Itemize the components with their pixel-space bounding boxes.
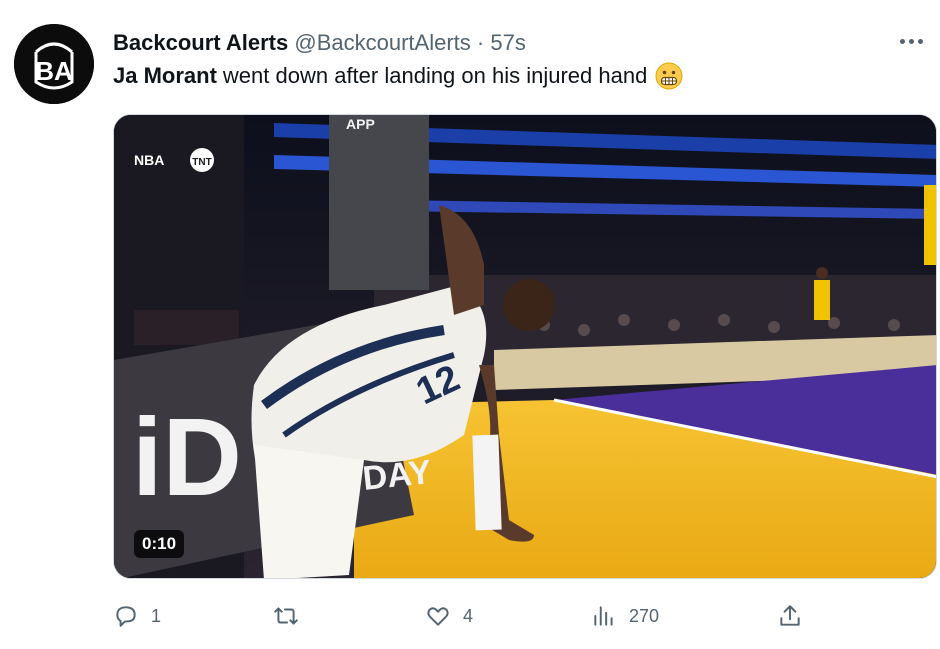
grimacing-face-icon: [655, 62, 683, 90]
tweet-text: Ja Morant went down after landing on his…: [113, 62, 683, 90]
avatar[interactable]: BA: [14, 24, 94, 104]
retweet-icon: [274, 607, 298, 625]
tweet: BA Backcourt Alerts @BackcourtAlerts · 5…: [0, 0, 940, 649]
tweet-video[interactable]: iD DAY APP NBA TNT 12 0:10: [113, 114, 937, 579]
video-frame: iD DAY APP NBA TNT 12: [114, 115, 936, 578]
separator-dot: ·: [476, 30, 485, 55]
reply-button[interactable]: 1: [113, 598, 161, 634]
more-options-button[interactable]: [894, 26, 928, 56]
user-handle[interactable]: @BackcourtAlerts: [294, 30, 470, 55]
share-icon: [780, 605, 800, 626]
like-count: 4: [463, 605, 474, 626]
views-button[interactable]: 270: [591, 598, 659, 634]
stanchion-pad: [329, 115, 429, 290]
tweet-body: went down after landing on his injured h…: [222, 63, 648, 88]
reply-icon: [116, 606, 136, 627]
tweet-header: Backcourt Alerts @BackcourtAlerts · 57s: [113, 30, 526, 56]
action-bar: 1 4 270: [113, 598, 813, 634]
views-icon: [594, 606, 613, 626]
backcourt-alerts-logo-icon: BA: [14, 24, 94, 104]
video-duration: 0:10: [134, 530, 185, 558]
share-button[interactable]: [777, 598, 803, 634]
more-icon: [899, 38, 905, 44]
svg-text:BA: BA: [35, 56, 73, 86]
display-name[interactable]: Backcourt Alerts: [113, 30, 288, 55]
svg-text:APP: APP: [346, 116, 375, 132]
view-count: 270: [629, 605, 660, 626]
tweet-mention: Ja Morant: [113, 63, 217, 88]
retweet-button[interactable]: [273, 598, 311, 634]
timestamp[interactable]: 57s: [490, 30, 525, 55]
svg-text:TNT: TNT: [192, 157, 211, 168]
svg-text:iD: iD: [132, 396, 242, 519]
heart-icon: [427, 607, 449, 626]
like-button[interactable]: 4: [425, 598, 473, 634]
reply-count: 1: [151, 605, 162, 626]
svg-text:NBA: NBA: [134, 152, 164, 168]
